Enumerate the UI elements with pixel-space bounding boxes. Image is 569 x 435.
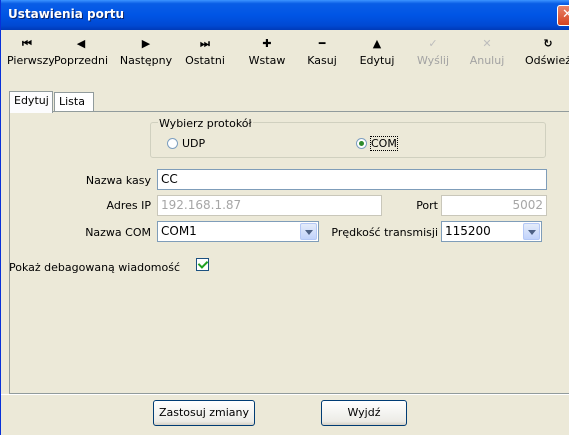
udp-radio[interactable]: UDP xyxy=(167,137,205,150)
debug-label: Pokaż debagowaną wiadomość xyxy=(9,261,181,274)
check-icon: ✓ xyxy=(428,37,438,50)
cancel-button[interactable]: ✕ Anuluj xyxy=(467,32,507,82)
refresh-icon: ↻ xyxy=(543,37,553,50)
edit-label: Edytuj xyxy=(359,54,395,67)
plus-icon: ✚ xyxy=(262,37,272,50)
first-icon: ⏮ xyxy=(22,37,32,50)
name-field[interactable]: CC xyxy=(157,169,547,190)
last-button[interactable]: ⏭ Ostatni xyxy=(181,32,229,82)
udp-radio-indicator xyxy=(167,138,178,149)
last-icon: ⏭ xyxy=(200,37,210,50)
cancel-icon: ✕ xyxy=(482,37,492,50)
previous-label: Poprzedni xyxy=(53,54,109,67)
close-icon: ✕ xyxy=(562,7,569,22)
send-label: Wyślij xyxy=(416,54,450,67)
toolbar: ⏮ Pierwszy ◀ Poprzedni ▶ Następny ⏭ Osta… xyxy=(1,30,569,86)
delete-label: Kasuj xyxy=(307,54,337,67)
next-label: Następny xyxy=(119,54,173,67)
com-radio-indicator xyxy=(356,138,367,149)
port-field[interactable]: 5002 xyxy=(441,195,547,216)
up-arrow-icon: ▲ xyxy=(372,37,382,50)
ip-field[interactable]: 192.168.1.87 xyxy=(157,195,382,216)
refresh-button[interactable]: ↻ Odśwież xyxy=(523,32,569,82)
send-button[interactable]: ✓ Wyślij xyxy=(413,32,453,82)
chevron-down-icon[interactable] xyxy=(523,223,540,240)
next-icon: ▶ xyxy=(141,37,151,50)
next-button[interactable]: ▶ Następny xyxy=(119,32,173,82)
ip-label: Adres IP xyxy=(106,199,151,212)
chevron-down-icon[interactable] xyxy=(300,223,317,240)
insert-label: Wstaw xyxy=(248,54,286,67)
speed-select-value: 115200 xyxy=(445,224,491,238)
tab-edit-label: Edytuj xyxy=(14,94,49,107)
port-settings-window: Ustawienia portu ✕ ⏮ Pierwszy ◀ Poprzedn… xyxy=(0,0,569,435)
first-label: Pierwszy xyxy=(7,54,55,67)
protocol-group-title: Wybierz protokół xyxy=(158,117,253,130)
close-button[interactable]: ✕ xyxy=(557,5,569,26)
tab-edit[interactable]: Edytuj xyxy=(9,91,53,113)
com-radio-label: COM xyxy=(370,136,398,151)
minus-icon: ━ xyxy=(318,37,326,50)
refresh-label: Odśwież xyxy=(525,54,569,67)
exit-button[interactable]: Wyjdź xyxy=(321,400,407,426)
com-label: Nazwa COM xyxy=(85,226,151,239)
tab-list[interactable]: Lista xyxy=(54,92,94,112)
speed-label: Prędkość transmisji xyxy=(331,226,438,239)
insert-button[interactable]: ✚ Wstaw xyxy=(245,32,289,82)
name-label: Nazwa kasy xyxy=(85,174,151,187)
com-select-value: COM1 xyxy=(161,224,197,238)
previous-icon: ◀ xyxy=(76,37,86,50)
tab-list-label: Lista xyxy=(59,95,85,108)
cancel-label: Anuluj xyxy=(469,54,505,67)
title-bar[interactable]: Ustawienia portu ✕ xyxy=(1,0,569,30)
last-label: Ostatni xyxy=(185,54,225,67)
udp-radio-label: UDP xyxy=(182,137,206,150)
speed-select[interactable]: 115200 xyxy=(441,221,542,242)
delete-button[interactable]: ━ Kasuj xyxy=(301,32,343,82)
com-radio[interactable]: COM xyxy=(356,136,398,151)
bottom-bar: Zastosuj zmiany Wyjdź xyxy=(1,394,569,435)
previous-button[interactable]: ◀ Poprzedni xyxy=(49,32,113,82)
debug-checkbox[interactable] xyxy=(196,258,209,271)
first-button[interactable]: ⏮ Pierwszy xyxy=(7,32,55,82)
port-label: Port xyxy=(416,199,438,212)
apply-button[interactable]: Zastosuj zmiany xyxy=(153,400,255,426)
com-select[interactable]: COM1 xyxy=(157,221,319,242)
edit-button[interactable]: ▲ Edytuj xyxy=(353,32,401,82)
window-title: Ustawienia portu xyxy=(8,7,125,21)
